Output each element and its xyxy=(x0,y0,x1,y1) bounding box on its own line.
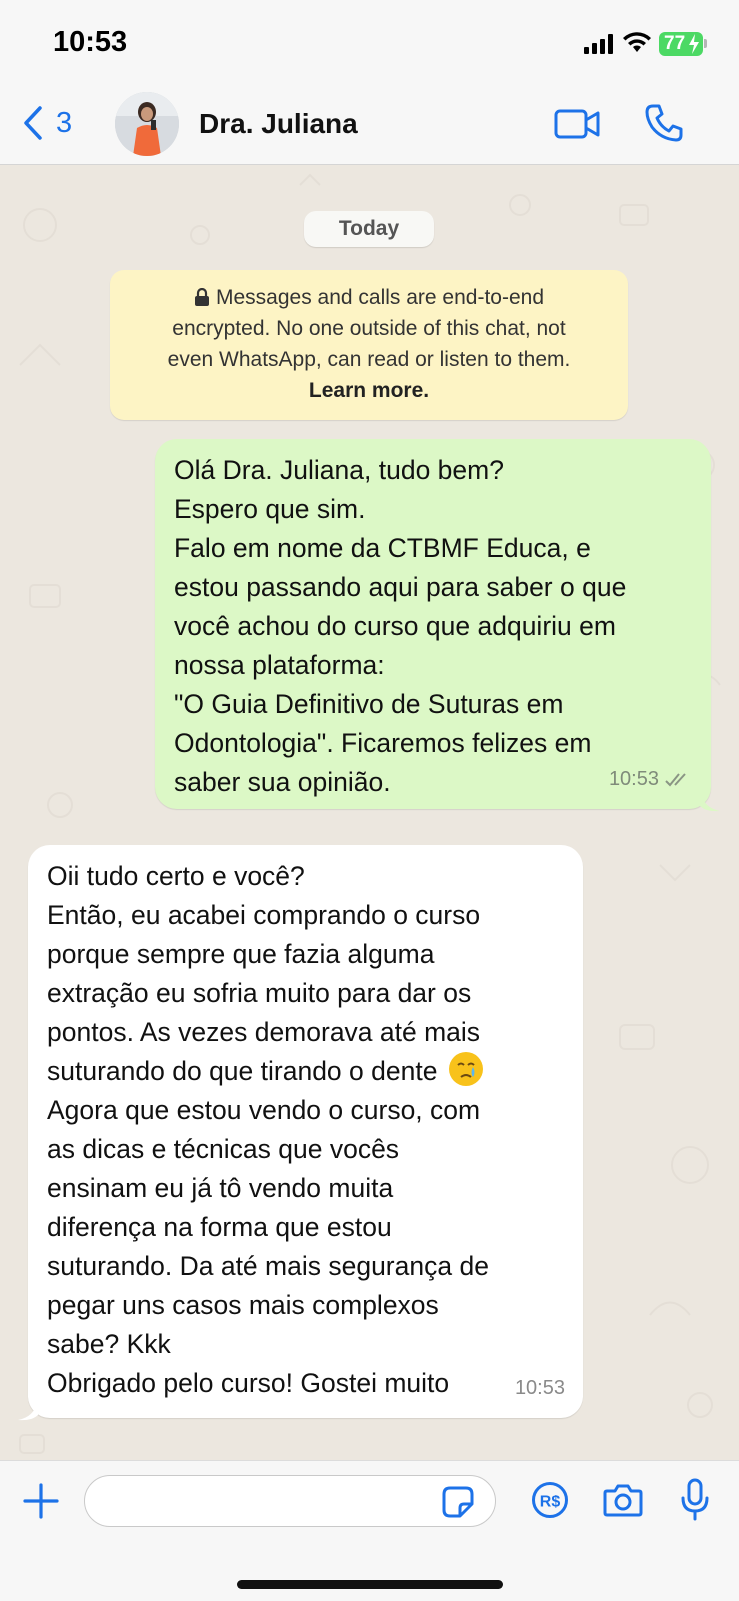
message-line: Oii tudo certo e você? xyxy=(47,861,305,891)
message-line-with-emoji: suturando do que tirando o dente xyxy=(47,1052,565,1091)
message-line: Falo em nome da CTBMF Educa, e xyxy=(174,533,591,563)
outgoing-message[interactable]: Olá Dra. Juliana, tudo bem? Espero que s… xyxy=(155,439,711,809)
message-text: suturando do que tirando o dente xyxy=(47,1056,438,1086)
wifi-icon xyxy=(623,32,651,52)
message-line: sabe? Kkk xyxy=(47,1329,171,1359)
video-camera-icon[interactable] xyxy=(554,107,600,141)
message-line: Obrigado pelo curso! Gostei muito xyxy=(47,1368,450,1398)
message-line: diferença na forma que estou xyxy=(47,1212,392,1242)
phone-icon[interactable] xyxy=(644,103,684,143)
learn-more-link[interactable]: Learn more. xyxy=(110,375,628,406)
chat-area[interactable]: Today Messages and calls are end-to-end … xyxy=(0,165,739,1460)
incoming-message[interactable]: Oii tudo certo e você? Então, eu acabei … xyxy=(28,845,583,1418)
encryption-line-3: even WhatsApp, can read or listen to the… xyxy=(167,348,571,371)
message-line: porque sempre que fazia alguma xyxy=(47,939,435,969)
message-line: suturando. Da até mais segurança de xyxy=(47,1251,489,1281)
message-time: 10:53 xyxy=(608,768,659,790)
payment-icon: R$ xyxy=(532,1482,568,1518)
avatar[interactable] xyxy=(115,92,179,156)
message-line: estou passando aqui para saber o que xyxy=(174,572,627,602)
cellular-signal-icon xyxy=(584,34,613,54)
message-line: Odontologia". Ficaremos felizes em xyxy=(174,728,592,758)
message-time: 10:53 xyxy=(514,1377,565,1399)
bubble-tail xyxy=(700,792,720,812)
message-line: Olá Dra. Juliana, tudo bem? xyxy=(174,455,504,485)
unread-count: 3 xyxy=(56,106,73,139)
chat-header: 3 Dra. Juliana xyxy=(0,86,739,165)
plus-icon[interactable] xyxy=(23,1483,59,1519)
avatar-photo xyxy=(115,92,179,156)
message-line: Então, eu acabei comprando o curso xyxy=(47,900,481,930)
microphone-icon[interactable] xyxy=(680,1478,710,1522)
message-line: extração eu sofria muito para dar os xyxy=(47,978,472,1008)
home-indicator xyxy=(237,1580,503,1589)
encryption-text-1: Messages and calls are end-to-end xyxy=(215,286,545,309)
contact-name[interactable]: Dra. Juliana xyxy=(199,108,358,140)
encryption-line-1: Messages and calls are end-to-end xyxy=(110,282,628,313)
encryption-line-2: encrypted. No one outside of this chat, … xyxy=(172,317,566,340)
lock-icon xyxy=(194,288,209,306)
status-time: 10:53 xyxy=(53,26,128,58)
payment-button[interactable]: R$ xyxy=(531,1481,569,1524)
back-button[interactable]: 3 xyxy=(22,106,72,140)
message-line: pontos. As vezes demorava até mais xyxy=(47,1017,481,1047)
message-line: nossa plataforma: xyxy=(174,650,385,680)
sticker-icon[interactable] xyxy=(442,1486,474,1518)
payment-label: R$ xyxy=(540,1494,561,1511)
message-meta: 10:53 xyxy=(609,760,693,799)
message-line: ensinam eu já tô vendo muita xyxy=(47,1173,394,1203)
message-input[interactable] xyxy=(84,1475,496,1527)
double-check-icon xyxy=(665,772,686,786)
chevron-left-icon xyxy=(24,106,42,140)
message-line: pegar uns casos mais complexos xyxy=(47,1290,439,1320)
message-line: Agora que estou vendo o curso, com xyxy=(47,1095,481,1125)
message-line: você achou do curso que adquiriu em xyxy=(174,611,616,641)
message-line: Espero que sim. xyxy=(174,494,366,524)
encryption-notice[interactable]: Messages and calls are end-to-end encryp… xyxy=(110,270,628,420)
camera-icon[interactable] xyxy=(603,1482,643,1518)
status-bar: 10:53 77 xyxy=(0,0,739,86)
message-line: "O Guia Definitivo de Suturas em xyxy=(174,689,564,719)
battery-level: 77 xyxy=(664,33,686,54)
crying-face-emoji-icon xyxy=(448,1052,483,1086)
charging-bolt-icon xyxy=(689,34,699,54)
composer-bar: R$ xyxy=(0,1460,739,1601)
battery-tip xyxy=(704,39,707,48)
bubble-tail xyxy=(18,1401,38,1421)
date-separator: Today xyxy=(304,211,434,247)
message-line: as dicas e técnicas que vocês xyxy=(47,1134,400,1164)
